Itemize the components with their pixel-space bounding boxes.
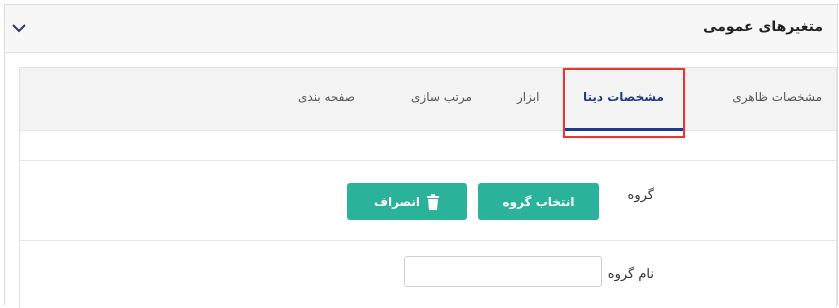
divider: [20, 240, 836, 241]
trash-icon: [426, 193, 439, 210]
group-label: گروه: [627, 188, 654, 203]
general-variables-panel: متغیرهای عمومی مشخصات ظاهری مشخصات دیتا …: [4, 4, 838, 308]
tab-data-properties[interactable]: مشخصات دیتا: [583, 90, 664, 104]
tab-pagination[interactable]: صفحه بندی: [298, 90, 355, 104]
select-group-label: انتخاب گروه: [502, 194, 575, 209]
select-group-button[interactable]: انتخاب گروه: [478, 183, 599, 220]
tab-tools[interactable]: ابزار: [517, 90, 539, 104]
chevron-down-icon[interactable]: [11, 20, 27, 36]
active-tab-indicator: [563, 128, 685, 131]
group-name-label: نام گروه: [607, 267, 654, 282]
cancel-button[interactable]: انصراف: [347, 183, 467, 220]
tab-bar: مشخصات ظاهری مشخصات دیتا ابزار مرتب سازی…: [20, 68, 836, 131]
panel-title: متغیرهای عمومی: [703, 19, 823, 35]
panel-header[interactable]: متغیرهای عمومی: [5, 5, 837, 53]
tab-appearance[interactable]: مشخصات ظاهری: [732, 90, 822, 104]
tabs-container: مشخصات ظاهری مشخصات دیتا ابزار مرتب سازی…: [19, 67, 837, 308]
divider: [20, 160, 836, 161]
group-name-input[interactable]: [404, 256, 602, 287]
cancel-label: انصراف: [374, 194, 420, 209]
tab-sorting[interactable]: مرتب سازی: [411, 90, 472, 104]
